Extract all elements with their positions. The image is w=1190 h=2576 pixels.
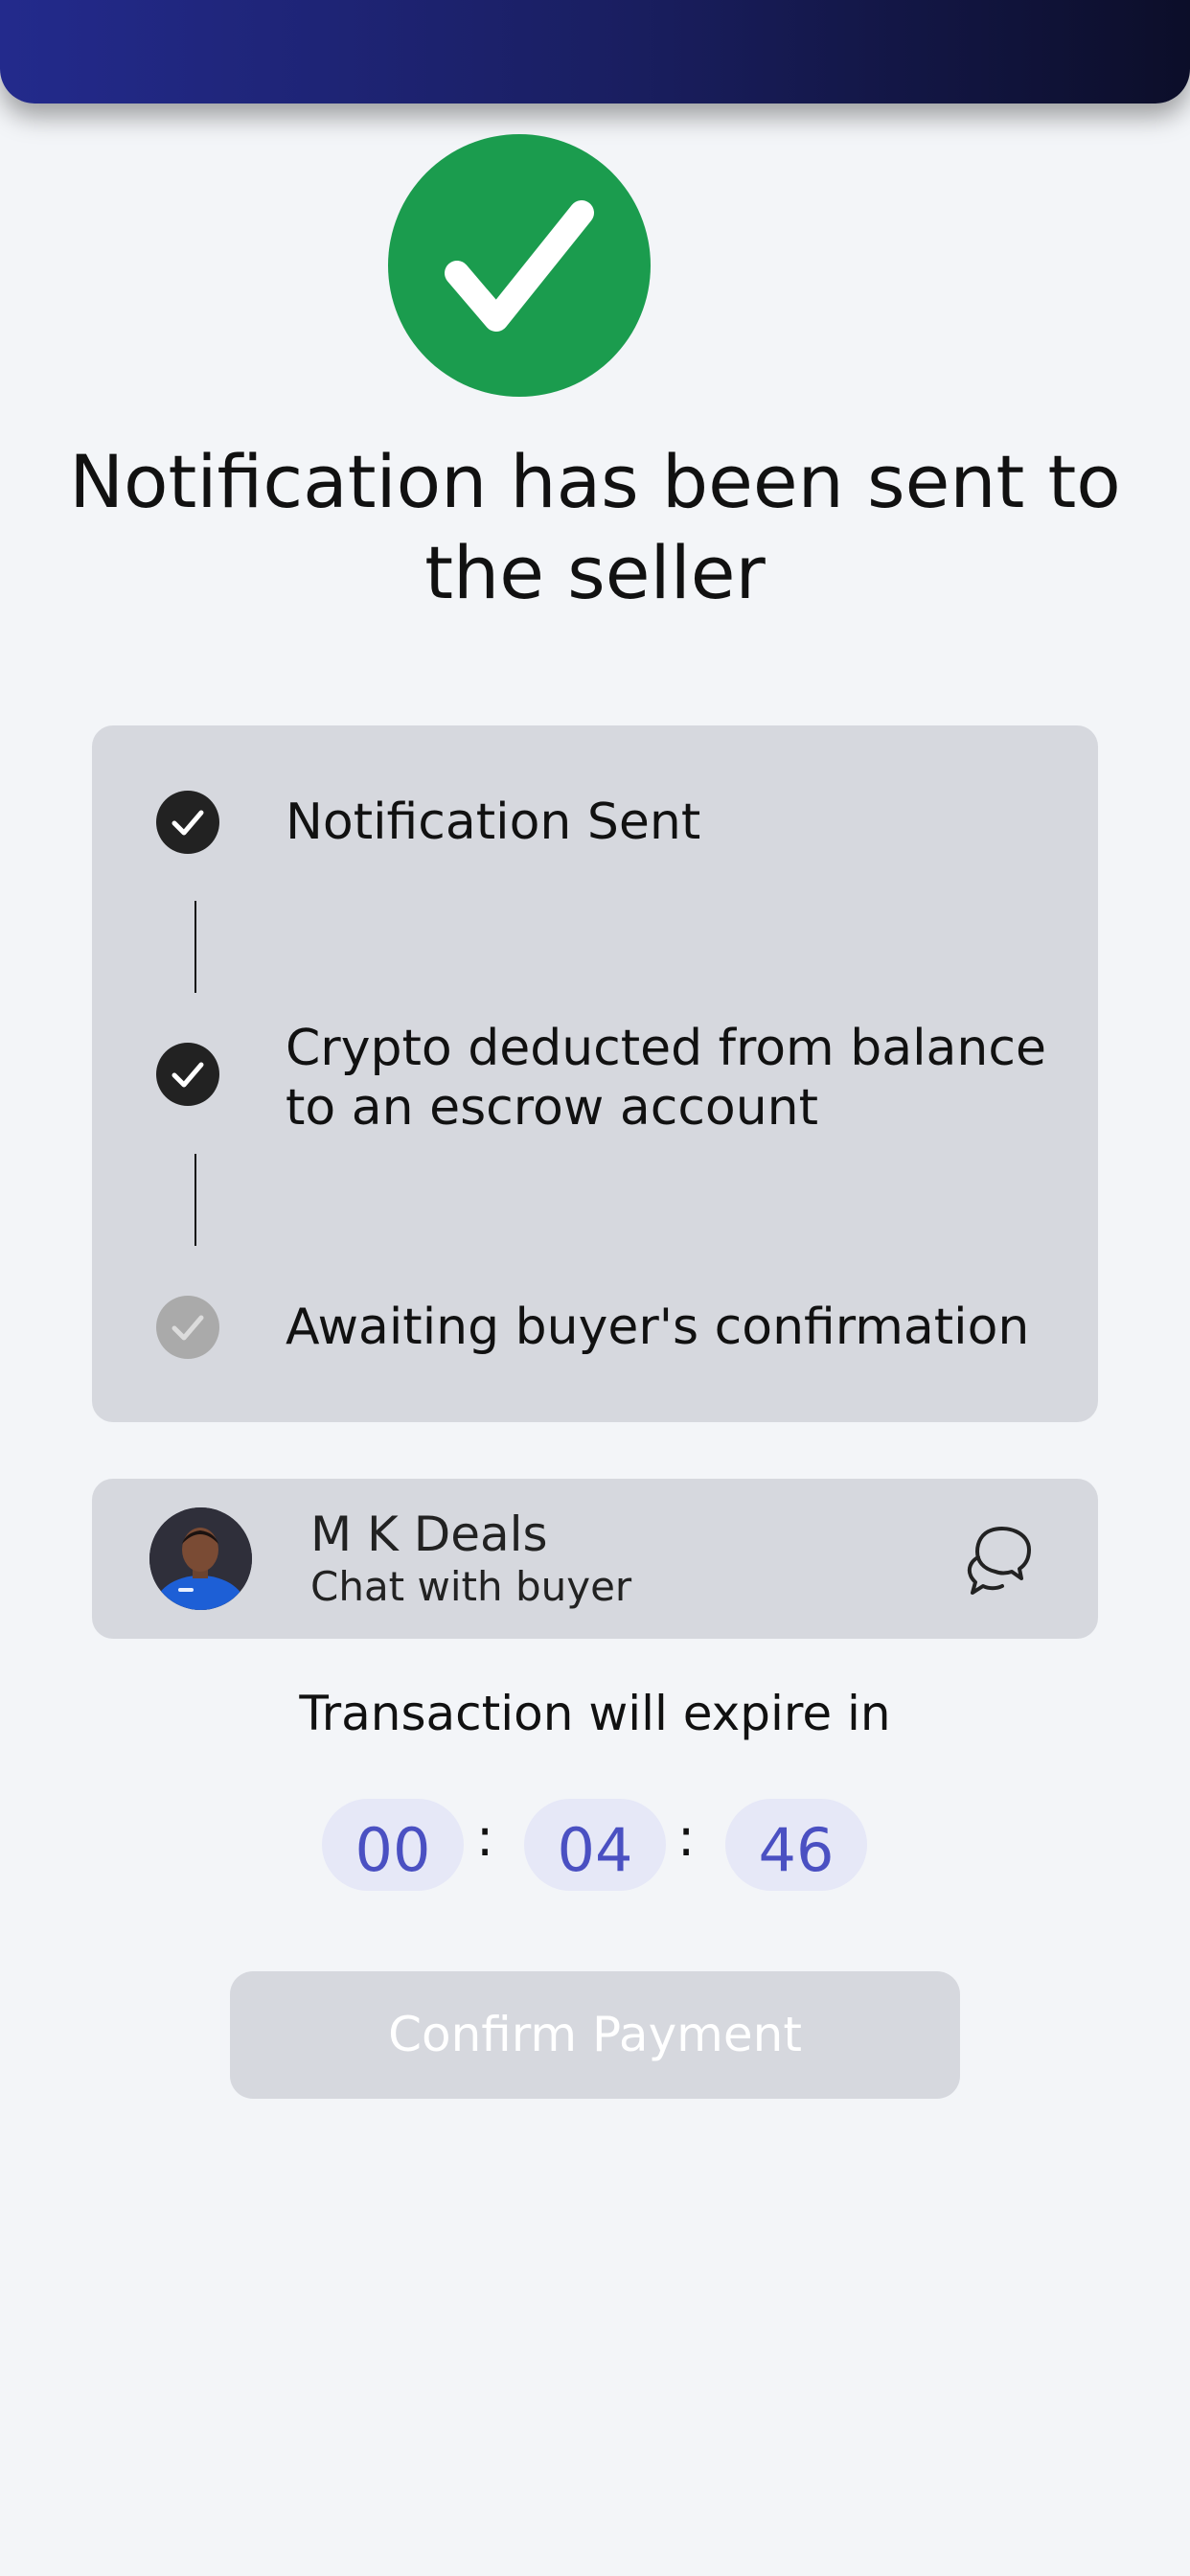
timer-seconds: 46 [725,1799,867,1891]
avatar [149,1507,252,1610]
confirm-payment-button[interactable]: Confirm Payment [230,1971,960,2099]
buyer-name: M K Deals [310,1506,548,1562]
buyer-chat-card[interactable]: M K Deals Chat with buyer [92,1479,1098,1639]
step-pending-check-icon [156,1296,219,1359]
header-banner [0,0,1190,104]
progress-steps-card: Notification Sent Crypto deducted from b… [92,725,1098,1422]
expire-label: Transaction will expire in [299,1686,891,1741]
step-connector [195,1154,196,1246]
chat-with-buyer-label: Chat with buyer [310,1563,632,1610]
page-title: Notification has been sent to the seller [69,439,1121,615]
step-connector [195,901,196,993]
step-label-awaiting-confirmation: Awaiting buyer's confirmation [286,1299,1030,1356]
chat-bubbles-icon[interactable] [962,1521,1039,1598]
timer-hours: 00 [322,1799,464,1891]
step-label-crypto-escrow: Crypto deducted from balance to an escro… [286,1020,1046,1137]
timer-separator: : [677,1807,696,1868]
step-label-notification-sent: Notification Sent [286,794,701,851]
success-check-icon [388,134,651,397]
timer-minutes: 04 [524,1799,666,1891]
step-done-check-icon [156,791,219,854]
timer-separator: : [476,1807,494,1868]
step-done-check-icon [156,1043,219,1106]
